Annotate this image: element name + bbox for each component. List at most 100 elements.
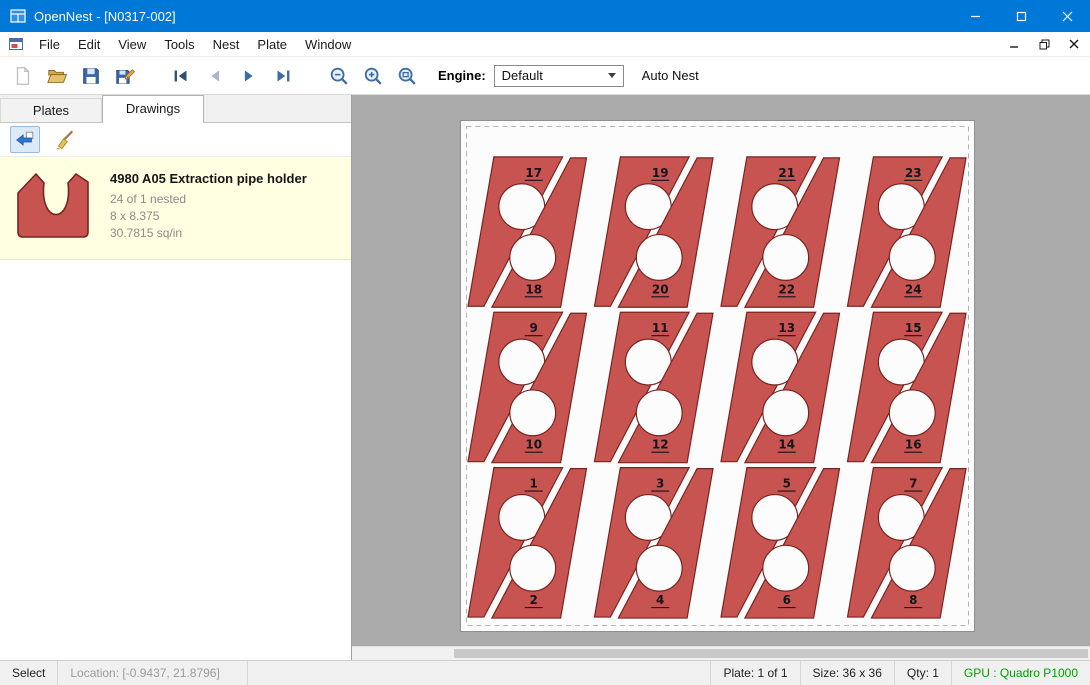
zoom-in-button[interactable]	[356, 61, 390, 91]
menu-bar: File Edit View Tools Nest Plate Window	[0, 32, 1090, 57]
part-thumbnail	[8, 167, 100, 247]
status-gpu: GPU : Quadro P1000	[951, 661, 1090, 685]
drawing-list-item[interactable]: 4980 A05 Extraction pipe holder 24 of 1 …	[0, 157, 351, 260]
nest-canvas[interactable]: 171819202122232491011121314151612345678	[352, 95, 1090, 660]
nest-part-pair[interactable]: 78	[847, 468, 966, 618]
clean-icon	[54, 129, 76, 151]
close-button[interactable]	[1044, 0, 1090, 32]
nest-part-pair[interactable]: 21 22	[721, 157, 840, 307]
close-icon	[1062, 11, 1073, 22]
sidebar-tabstrip: Plates Drawings	[0, 95, 351, 123]
open-file-button[interactable]	[40, 61, 74, 91]
svg-text:14: 14	[778, 438, 795, 452]
save-button[interactable]	[74, 61, 108, 91]
drawing-title: 4980 A05 Extraction pipe holder	[110, 171, 307, 186]
mdi-close-icon	[1069, 39, 1079, 49]
tab-plates[interactable]: Plates	[0, 98, 102, 122]
svg-text:4: 4	[656, 593, 664, 607]
svg-text:18: 18	[525, 282, 542, 296]
zoom-in-icon	[362, 65, 384, 87]
nest-part-pair[interactable]: 12	[468, 468, 587, 618]
menu-view[interactable]: View	[109, 34, 155, 55]
status-size: Size: 36 x 36	[800, 661, 894, 685]
title-bar: OpenNest - [N0317-002]	[0, 0, 1090, 32]
maximize-button[interactable]	[998, 0, 1044, 32]
nest-part-pair[interactable]: 2324	[847, 157, 966, 307]
app-window: OpenNest - [N0317-002] File Edit View To…	[0, 0, 1090, 685]
svg-text:5: 5	[783, 477, 791, 491]
svg-text:6: 6	[783, 593, 791, 607]
maximize-icon	[1016, 11, 1027, 22]
drawing-size: 8 x 8.375	[110, 208, 307, 225]
go-previous-button[interactable]	[198, 61, 232, 91]
nest-part-pair[interactable]: 13 14	[721, 312, 840, 462]
minimize-button[interactable]	[952, 0, 998, 32]
zoom-out-icon	[328, 65, 350, 87]
zoom-out-button[interactable]	[322, 61, 356, 91]
nest-part-pair[interactable]: 1112	[594, 312, 713, 462]
svg-text:7: 7	[909, 477, 917, 491]
clean-button[interactable]	[50, 126, 80, 153]
auto-nest-button[interactable]: Auto Nest	[642, 68, 699, 83]
svg-text:10: 10	[525, 438, 542, 452]
engine-select[interactable]: Default	[494, 65, 624, 87]
nest-part-pair[interactable]: 56	[721, 468, 840, 618]
menu-edit[interactable]: Edit	[69, 34, 109, 55]
svg-text:15: 15	[905, 321, 922, 335]
status-mode: Select	[0, 661, 58, 685]
drawing-nested-count: 24 of 1 nested	[110, 191, 307, 208]
zoom-fit-button[interactable]	[390, 61, 424, 91]
svg-text:20: 20	[652, 282, 669, 296]
horizontal-scrollbar[interactable]	[352, 646, 1090, 660]
new-file-button[interactable]	[6, 61, 40, 91]
app-icon	[10, 8, 26, 24]
go-first-button[interactable]	[164, 61, 198, 91]
nest-part-pair[interactable]: 34	[594, 468, 713, 618]
status-bar: Select Location: [-0.9437, 21.8796] Plat…	[0, 660, 1090, 685]
chevron-down-icon	[608, 73, 616, 78]
mdi-restore-icon	[1039, 39, 1050, 50]
svg-text:13: 13	[778, 321, 795, 335]
svg-text:23: 23	[905, 166, 922, 180]
svg-text:2: 2	[530, 593, 538, 607]
save-edit-button[interactable]	[108, 61, 142, 91]
nest-layout: 171819202122232491011121314151612345678	[461, 121, 974, 631]
svg-text:21: 21	[778, 166, 795, 180]
tab-drawings[interactable]: Drawings	[102, 95, 204, 123]
svg-text:3: 3	[656, 477, 664, 491]
horizontal-scrollbar-thumb[interactable]	[454, 649, 1088, 658]
svg-text:11: 11	[652, 321, 669, 335]
nest-part-pair[interactable]: 1516	[847, 312, 966, 462]
plate-sheet[interactable]: 171819202122232491011121314151612345678	[460, 120, 975, 632]
svg-text:9: 9	[530, 321, 538, 335]
nest-part-pair[interactable]: 9 10	[468, 312, 587, 462]
go-previous-icon	[204, 65, 226, 87]
menu-file[interactable]: File	[30, 34, 69, 55]
drawing-area: 30.7815 sq/in	[110, 225, 307, 242]
window-title: OpenNest - [N0317-002]	[34, 9, 176, 24]
drawings-toolbar	[0, 123, 351, 157]
menu-nest[interactable]: Nest	[204, 34, 249, 55]
status-location: Location: [-0.9437, 21.8796]	[58, 661, 248, 685]
menu-plate[interactable]: Plate	[248, 34, 296, 55]
go-last-button[interactable]	[266, 61, 300, 91]
zoom-fit-icon	[396, 65, 418, 87]
svg-text:16: 16	[905, 438, 922, 452]
engine-label: Engine:	[438, 68, 486, 83]
mdi-close-button[interactable]	[1060, 34, 1088, 54]
mdi-restore-button[interactable]	[1030, 34, 1058, 54]
go-next-icon	[238, 65, 260, 87]
nest-part-pair[interactable]: 1920	[594, 157, 713, 307]
main-toolbar: Engine: Default Auto Nest	[0, 57, 1090, 95]
mdi-minimize-button[interactable]	[1000, 34, 1028, 54]
sidebar: Plates Drawings	[0, 95, 352, 660]
menu-tools[interactable]: Tools	[155, 34, 203, 55]
open-file-icon	[46, 65, 68, 87]
svg-text:22: 22	[778, 282, 795, 296]
minimize-icon	[970, 11, 981, 22]
import-drawing-button[interactable]	[10, 126, 40, 153]
nest-part-pair[interactable]: 1718	[468, 157, 587, 307]
menu-window[interactable]: Window	[296, 34, 360, 55]
svg-text:19: 19	[652, 166, 669, 180]
go-next-button[interactable]	[232, 61, 266, 91]
